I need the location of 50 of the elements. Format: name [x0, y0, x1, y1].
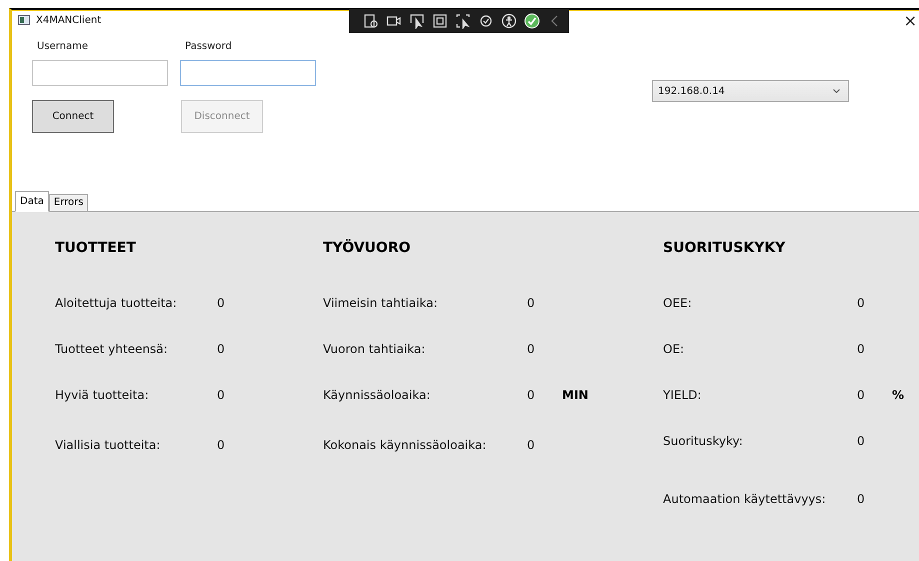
- field-label: Tuotteet yhteensä:: [55, 342, 169, 356]
- field-label: Viallisia tuotteita:: [55, 438, 162, 452]
- field-value: 0: [527, 438, 536, 452]
- field-value: 0: [857, 492, 866, 506]
- field-value: 0: [857, 342, 866, 356]
- connect-button[interactable]: Connect: [32, 100, 114, 133]
- server-dropdown[interactable]: 192.168.0.14: [652, 80, 849, 102]
- check-icon[interactable]: [524, 13, 540, 29]
- input-field[interactable]: [32, 60, 168, 86]
- app-icon: [18, 15, 30, 25]
- close-button[interactable]: ×: [904, 11, 917, 30]
- field-label: Vuoron tahtiaika:: [323, 342, 426, 356]
- field-value: 0: [217, 296, 226, 310]
- input-field[interactable]: [180, 60, 316, 86]
- scan-icon[interactable]: [478, 13, 494, 29]
- selection-icon[interactable]: [455, 13, 471, 29]
- section-heading: SUORITUSKYKY: [663, 240, 786, 258]
- field-label: Aloitettuja tuotteita:: [55, 296, 178, 310]
- field-label: OE:: [663, 342, 686, 356]
- pointer-icon[interactable]: [409, 13, 425, 29]
- field-label: Käynnissäoloaika:: [323, 388, 432, 402]
- unit-label: MIN: [562, 388, 590, 402]
- field-value: 0: [857, 434, 866, 448]
- window-title: X4MANClient: [36, 14, 102, 26]
- field-value: 0: [217, 438, 226, 452]
- tab[interactable]: Errors: [48, 194, 88, 211]
- frame-icon[interactable]: [432, 13, 448, 29]
- chevron-down-icon: [833, 89, 840, 93]
- field-label: Automaation käytettävyys:: [663, 492, 827, 506]
- field-value: 0: [217, 342, 226, 356]
- field-label: Username: [37, 41, 89, 52]
- accessibility-icon[interactable]: [501, 13, 517, 29]
- field-value: 0: [527, 296, 536, 310]
- field-label: Hyviä tuotteita:: [55, 388, 150, 402]
- field-value: 0: [857, 388, 866, 402]
- field-label: Viimeisin tahtiaika:: [323, 296, 439, 310]
- field-label: OEE:: [663, 296, 693, 310]
- tab[interactable]: Data: [15, 191, 49, 212]
- field-value: 0: [527, 388, 536, 402]
- field-value: 0: [217, 388, 226, 402]
- section-heading: TUOTTEET: [55, 240, 137, 258]
- field-value: 0: [527, 342, 536, 356]
- field-label: Password: [185, 41, 233, 52]
- field-label: Kokonais käynnissäoloaika:: [323, 438, 488, 452]
- unit-label: %: [892, 388, 906, 402]
- section-heading: TYÖVUORO: [323, 240, 412, 258]
- properties-icon[interactable]: [363, 13, 379, 29]
- field-value: 0: [857, 296, 866, 310]
- field-label: Suorituskyky:: [663, 434, 744, 448]
- field-label: YIELD:: [663, 388, 702, 402]
